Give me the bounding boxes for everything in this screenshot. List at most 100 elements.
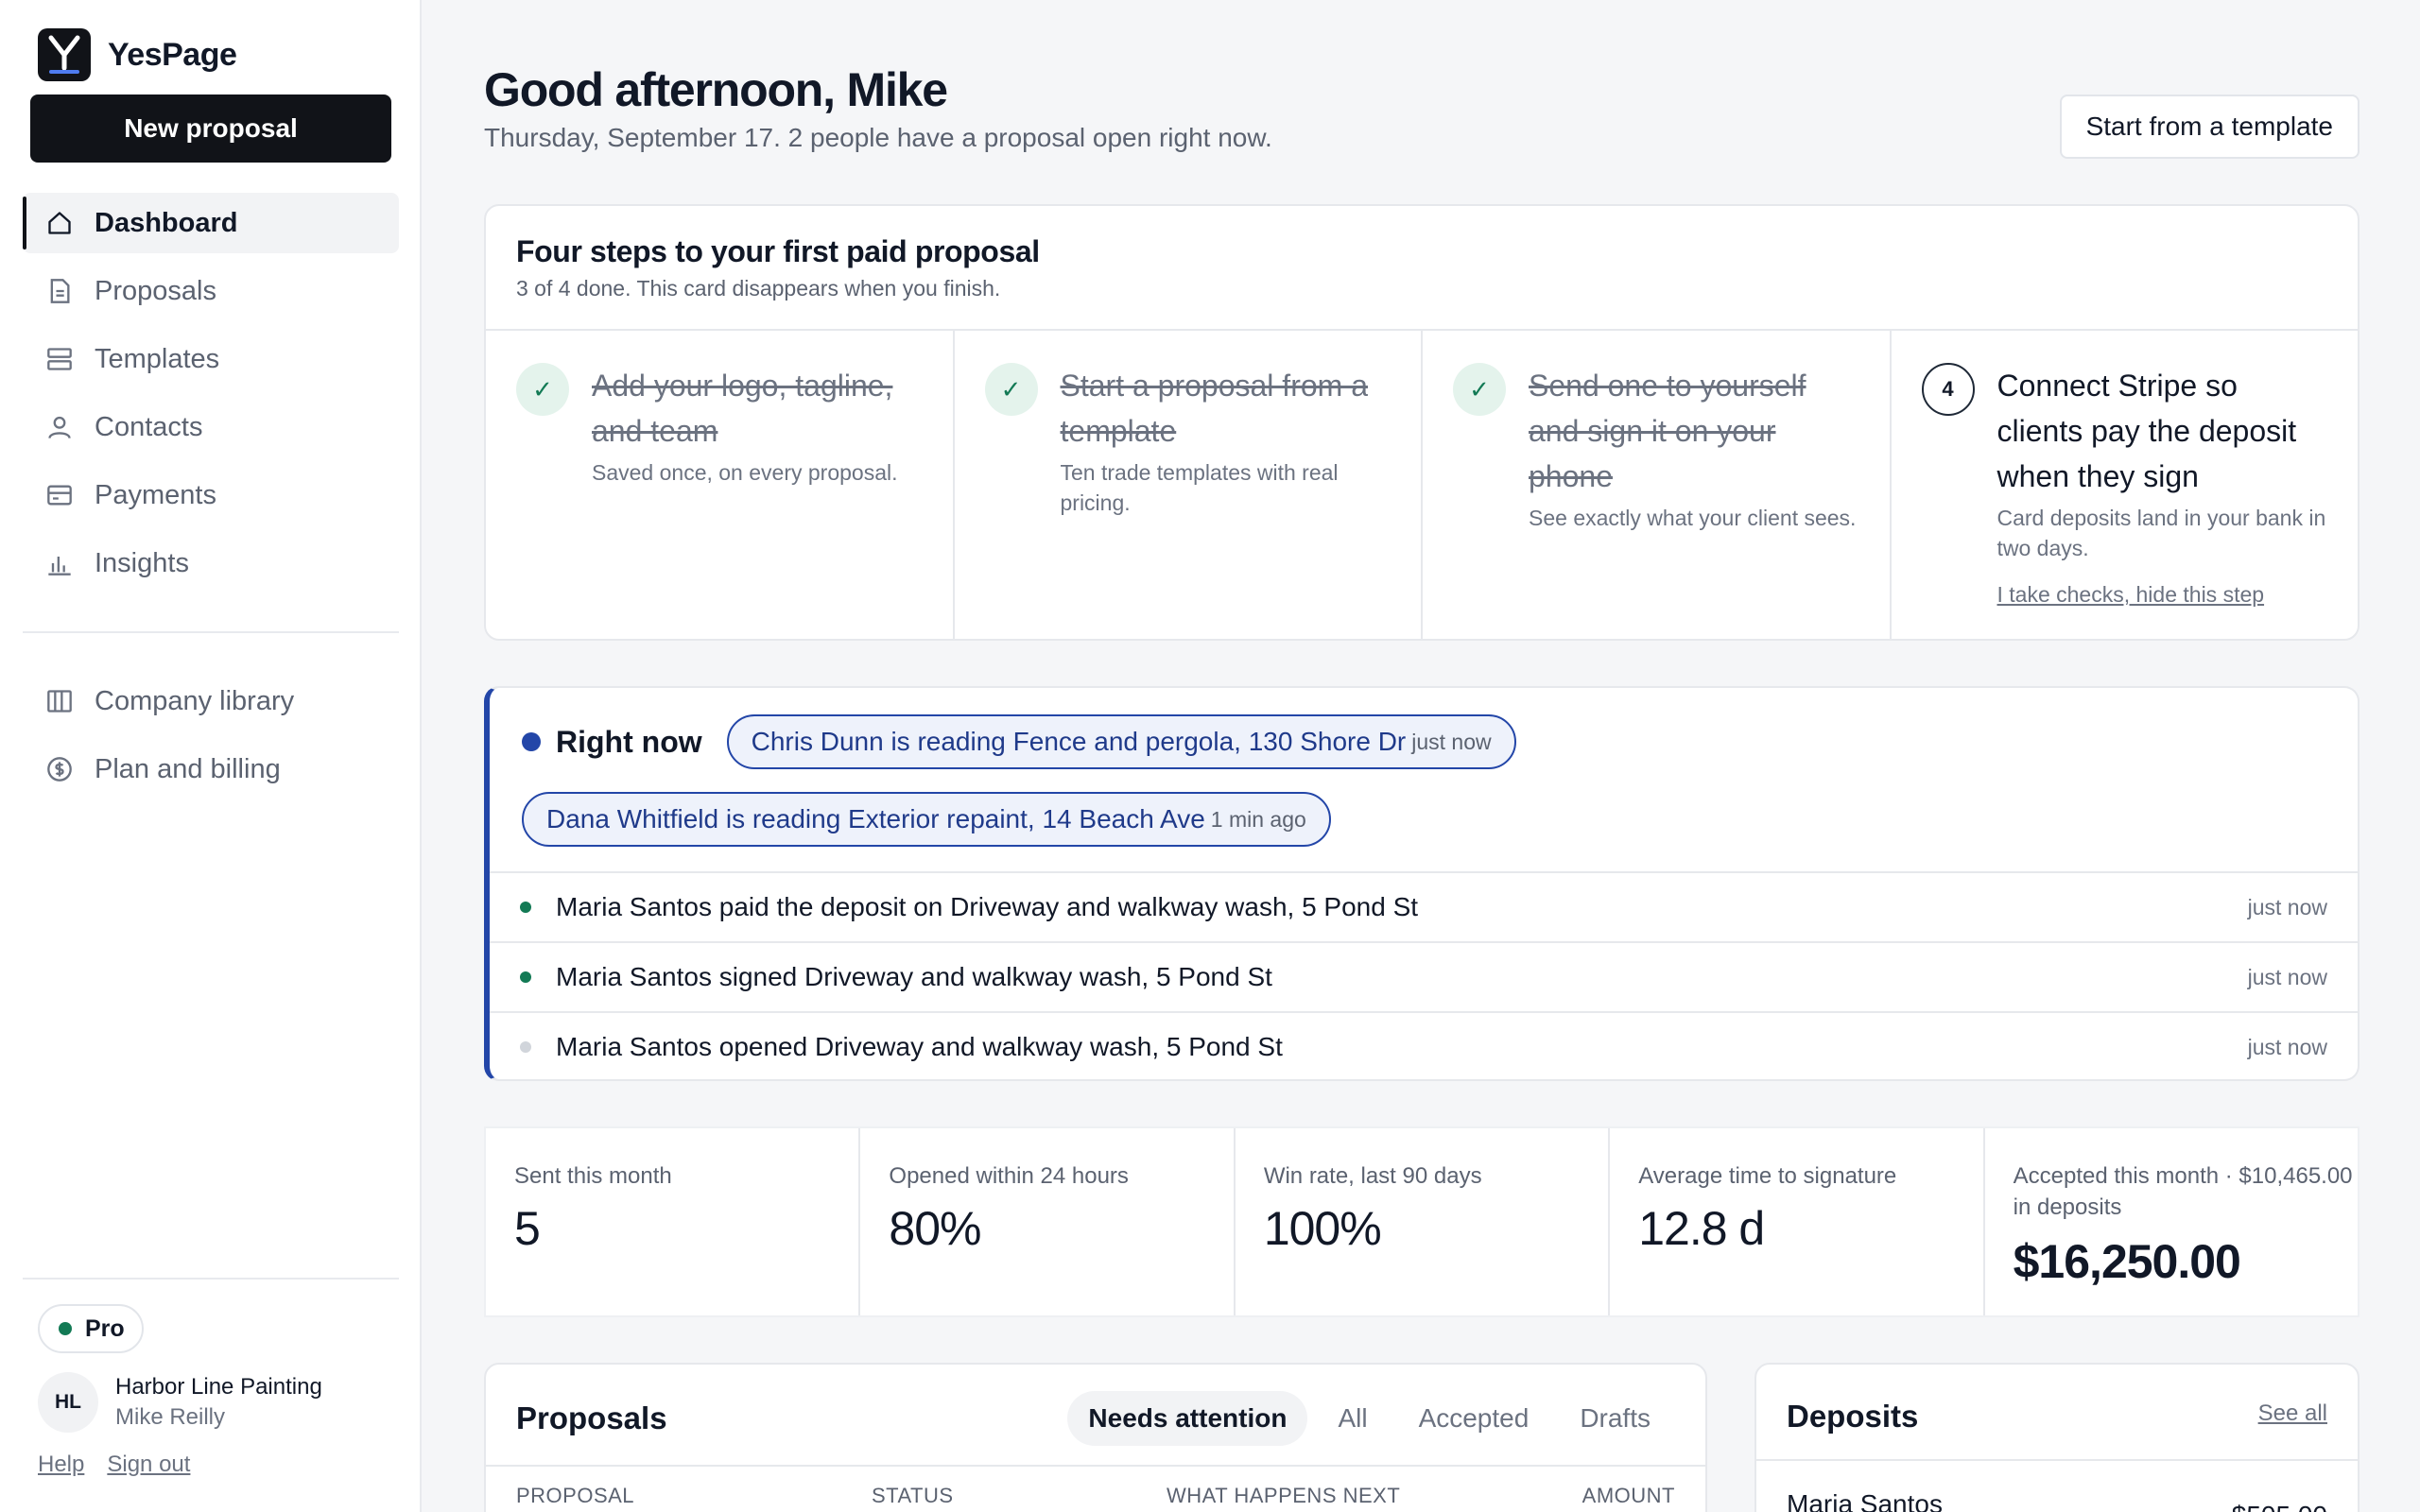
activity-item[interactable]: Maria Santos paid the deposit on Drivewa…: [490, 871, 2358, 941]
stat-time-to-signature: Average time to signature 12.8 d: [1610, 1128, 1985, 1315]
sidebar-divider: [23, 1278, 399, 1280]
step-description: Card deposits land in your bank in two d…: [1996, 506, 2326, 560]
sidebar-item-company-library[interactable]: Company library: [23, 671, 399, 731]
column-header-amount[interactable]: AMOUNT: [1582, 1484, 1675, 1508]
stat-value: 12.8 d: [1638, 1202, 1765, 1255]
plan-label: Pro: [85, 1314, 125, 1342]
tab-needs-attention[interactable]: Needs attention: [1067, 1391, 1308, 1446]
reader-time: just now: [1411, 729, 1492, 754]
onboarding-title: Four steps to your first paid proposal: [516, 234, 1040, 268]
step-title: Connect Stripe so clients pay the deposi…: [1996, 369, 2297, 493]
stat-sent: Sent this month 5: [486, 1128, 861, 1315]
tab-all[interactable]: All: [1317, 1391, 1388, 1446]
sidebar-item-plan-billing[interactable]: Plan and billing: [23, 739, 399, 799]
onboarding-subtitle: 3 of 4 done. This card disappears when y…: [516, 276, 1001, 301]
card-icon: [45, 481, 74, 509]
reader-time: 1 min ago: [1210, 806, 1306, 832]
stat-label: Opened within 24 hours: [889, 1163, 1129, 1189]
sidebar-item-label: Company library: [95, 685, 295, 716]
proposals-title: Proposals: [516, 1400, 667, 1435]
account-user: Mike Reilly: [115, 1404, 226, 1430]
step-title: Send one to yourself and sign it on your…: [1529, 369, 1806, 493]
onboarding-card: Four steps to your first paid proposal 3…: [484, 204, 2360, 641]
onboarding-step[interactable]: 4 Connect Stripe so clients pay the depo…: [1892, 331, 2359, 641]
person-icon: [45, 413, 74, 441]
page-title: Good afternoon, Mike: [484, 63, 948, 116]
checkmark-icon: ✓: [516, 363, 569, 416]
brand-name: YesPage: [108, 36, 237, 73]
reader-pill[interactable]: Chris Dunn is reading Fence and pergola,…: [726, 714, 1516, 769]
sidebar-item-payments[interactable]: Payments: [23, 465, 399, 525]
deposits-card: Deposits See all Maria Santos $505.00: [1754, 1363, 2360, 1512]
activity-list: Maria Santos paid the deposit on Drivewa…: [490, 871, 2358, 1081]
help-link[interactable]: Help: [38, 1452, 84, 1478]
sidebar-item-dashboard[interactable]: Dashboard: [23, 193, 399, 253]
sidebar-item-insights[interactable]: Insights: [23, 533, 399, 593]
stat-label: Average time to signature: [1638, 1163, 1897, 1189]
column-header-next[interactable]: WHAT HAPPENS NEXT: [1167, 1484, 1400, 1508]
sidebar-item-label: Plan and billing: [95, 753, 281, 784]
library-icon: [45, 687, 74, 715]
stats-row: Sent this month 5 Opened within 24 hours…: [484, 1126, 2360, 1317]
stat-label: Win rate, last 90 days: [1263, 1163, 1482, 1189]
yespage-logo-icon: [38, 28, 91, 81]
activity-text: Maria Santos paid the deposit on Drivewa…: [556, 892, 1419, 921]
brand[interactable]: YesPage: [38, 28, 237, 81]
checkmark-icon: ✓: [1453, 363, 1506, 416]
deposits-title: Deposits: [1787, 1399, 1919, 1434]
start-from-template-button[interactable]: Start from a template: [2059, 94, 2360, 159]
hide-step-link[interactable]: I take checks, hide this step: [1997, 582, 2265, 608]
live-indicator-dot: [522, 732, 541, 751]
column-header-status[interactable]: STATUS: [872, 1484, 954, 1508]
see-all-link[interactable]: See all: [2258, 1400, 2327, 1427]
onboarding-step[interactable]: ✓ Send one to yourself and sign it on yo…: [1423, 331, 1892, 641]
tab-accepted[interactable]: Accepted: [1398, 1391, 1550, 1446]
step-description: See exactly what your client sees.: [1529, 506, 1857, 530]
step-description: Ten trade templates with real pricing.: [1060, 460, 1339, 515]
live-label: Right now: [522, 725, 702, 760]
table-header: PROPOSAL STATUS WHAT HAPPENS NEXT AMOUNT: [486, 1465, 1705, 1512]
live-label-text: Right now: [556, 724, 702, 759]
sidebar-item-label: Insights: [95, 547, 189, 578]
activity-item[interactable]: Maria Santos signed Driveway and walkway…: [490, 941, 2358, 1011]
onboarding-steps: ✓ Add your logo, tagline, and team Saved…: [486, 329, 2358, 641]
live-activity-card: Right now Chris Dunn is reading Fence an…: [484, 686, 2360, 1081]
sidebar-item-label: Proposals: [95, 275, 216, 306]
activity-item[interactable]: Maria Santos opened Driveway and walkway…: [490, 1011, 2358, 1081]
tab-drafts[interactable]: Drafts: [1559, 1391, 1671, 1446]
sidebar-nav: Dashboard Proposals Templates Contacts P…: [23, 193, 399, 807]
stat-opened: Opened within 24 hours 80%: [860, 1128, 1236, 1315]
activity-text: Maria Santos signed Driveway and walkway…: [556, 962, 1272, 991]
step-description: Saved once, on every proposal.: [592, 460, 898, 485]
home-icon: [45, 209, 74, 237]
deposit-name: Maria Santos: [1787, 1489, 1943, 1512]
column-header-proposal[interactable]: PROPOSAL: [516, 1484, 634, 1508]
onboarding-step[interactable]: ✓ Add your logo, tagline, and team Saved…: [486, 331, 955, 641]
step-title: Start a proposal from a template: [1060, 369, 1368, 448]
reader-pill[interactable]: Dana Whitfield is reading Exterior repai…: [522, 792, 1331, 847]
sidebar-links: Help Sign out: [38, 1452, 190, 1478]
account[interactable]: HL Harbor Line Painting Mike Reilly: [38, 1372, 322, 1433]
template-icon: [45, 345, 74, 373]
nav-divider: [23, 631, 399, 633]
stat-label: Sent this month: [514, 1163, 672, 1189]
onboarding-step[interactable]: ✓ Start a proposal from a template Ten t…: [955, 331, 1423, 641]
page-subtitle: Thursday, September 17. 2 people have a …: [484, 123, 1272, 152]
sidebar-item-contacts[interactable]: Contacts: [23, 397, 399, 457]
deposit-amount: $505.00: [2232, 1501, 2327, 1512]
plan-status-dot: [59, 1322, 72, 1335]
new-proposal-button[interactable]: New proposal: [30, 94, 391, 163]
sign-out-link[interactable]: Sign out: [107, 1452, 190, 1478]
stat-value: 100%: [1263, 1202, 1382, 1255]
plan-badge[interactable]: Pro: [38, 1304, 144, 1353]
activity-time: just now: [2247, 1034, 2327, 1059]
activity-time: just now: [2247, 894, 2327, 919]
activity-text: Maria Santos opened Driveway and walkway…: [556, 1032, 1283, 1061]
stat-accepted: Accepted this month · $10,465.00 in depo…: [1985, 1128, 2358, 1315]
activity-dot: [520, 971, 531, 983]
sidebar-item-proposals[interactable]: Proposals: [23, 261, 399, 321]
sidebar: YesPage New proposal Dashboard Proposals…: [0, 0, 422, 1512]
deposit-row[interactable]: Maria Santos $505.00: [1756, 1459, 2358, 1512]
sidebar-item-templates[interactable]: Templates: [23, 329, 399, 389]
step-title: Add your logo, tagline, and team: [592, 369, 893, 448]
